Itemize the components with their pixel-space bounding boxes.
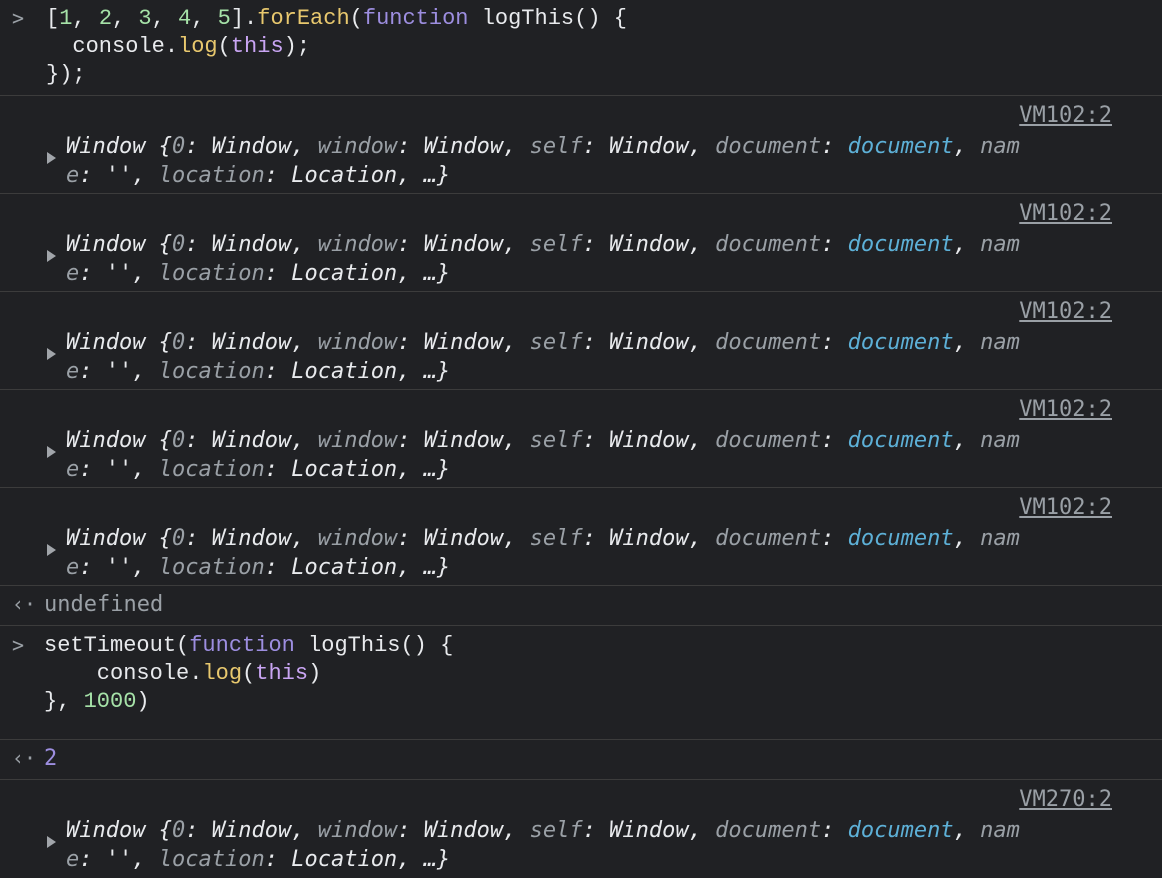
result-arrow-icon: ‹· <box>12 746 37 770</box>
source-link[interactable]: VM102:2 <box>1019 397 1112 422</box>
result-arrow-icon: ‹· <box>12 592 37 616</box>
console-log-message: VM102:2 Window {0: Window, window: Windo… <box>0 390 1162 488</box>
console-log-message: VM102:2 Window {0: Window, window: Windo… <box>0 194 1162 292</box>
console-result-entry: ‹· undefined <box>0 586 1162 626</box>
console-input-entry[interactable]: > setTimeout(function logThis() { consol… <box>0 626 1162 740</box>
window-object-preview[interactable]: Window {0: Window, window: Window, self:… <box>66 816 1111 874</box>
expand-triangle-icon[interactable] <box>47 152 56 164</box>
console-input-entry[interactable]: > [1, 2, 3, 4, 5].forEach(function logTh… <box>0 0 1162 96</box>
console-log-message: VM102:2 Window {0: Window, window: Windo… <box>0 96 1162 194</box>
source-link[interactable]: VM102:2 <box>1019 495 1112 520</box>
source-link[interactable]: VM270:2 <box>1019 787 1112 812</box>
window-object-preview[interactable]: Window {0: Window, window: Window, self:… <box>66 426 1111 484</box>
console-result-entry: ‹· 2 <box>0 740 1162 780</box>
expand-triangle-icon[interactable] <box>47 250 56 262</box>
window-object-preview[interactable]: Window {0: Window, window: Window, self:… <box>66 132 1111 190</box>
window-object-preview[interactable]: Window {0: Window, window: Window, self:… <box>66 328 1111 386</box>
source-link[interactable]: VM102:2 <box>1019 103 1112 128</box>
result-value[interactable]: 2 <box>44 746 57 771</box>
console-log-message: VM102:2 Window {0: Window, window: Windo… <box>0 292 1162 390</box>
source-link[interactable]: VM102:2 <box>1019 201 1112 226</box>
window-object-preview[interactable]: Window {0: Window, window: Window, self:… <box>66 524 1111 582</box>
console-log-message: VM270:2 Window {0: Window, window: Windo… <box>0 780 1162 878</box>
code-block: [1, 2, 3, 4, 5].forEach(function logThis… <box>46 6 627 87</box>
result-value[interactable]: undefined <box>44 592 163 617</box>
expand-triangle-icon[interactable] <box>47 544 56 556</box>
expand-triangle-icon[interactable] <box>47 348 56 360</box>
expand-triangle-icon[interactable] <box>47 836 56 848</box>
window-object-preview[interactable]: Window {0: Window, window: Window, self:… <box>66 230 1111 288</box>
console-log-message: VM102:2 Window {0: Window, window: Windo… <box>0 488 1162 586</box>
source-link[interactable]: VM102:2 <box>1019 299 1112 324</box>
prompt-chevron-icon: > <box>12 6 25 30</box>
expand-triangle-icon[interactable] <box>47 446 56 458</box>
code-block: setTimeout(function logThis() { console.… <box>44 633 454 714</box>
prompt-chevron-icon: > <box>12 633 25 657</box>
devtools-console: > [1, 2, 3, 4, 5].forEach(function logTh… <box>0 0 1162 878</box>
